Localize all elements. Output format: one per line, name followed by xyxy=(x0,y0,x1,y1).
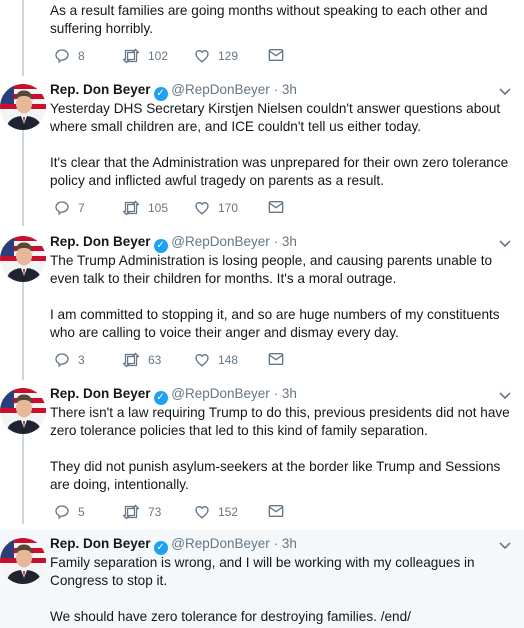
separator-dot: · xyxy=(273,536,279,551)
reply-button[interactable]: 5 xyxy=(54,504,85,520)
retweet-button[interactable]: 102 xyxy=(122,48,168,64)
tweet-actions: 8 102 129 xyxy=(50,48,330,66)
avatar[interactable] xyxy=(0,84,46,130)
heart-icon xyxy=(195,353,209,367)
user-handle[interactable]: @RepDonBeyer xyxy=(171,536,270,551)
heart-icon xyxy=(195,49,209,63)
tweet-menu-button[interactable] xyxy=(498,388,512,402)
tweet-text: There isn't a law requiring Trump to do … xyxy=(50,404,512,494)
dm-button[interactable] xyxy=(268,504,284,518)
tweet-paragraph: It's clear that the Administration was u… xyxy=(50,155,509,188)
heart-icon xyxy=(195,505,209,519)
tweet-text: Yesterday DHS Secretary Kirstjen Nielsen… xyxy=(50,100,512,190)
retweet-icon xyxy=(122,504,140,520)
verified-badge-icon: ✓ xyxy=(153,87,168,101)
reply-button[interactable]: 7 xyxy=(54,200,85,216)
display-name[interactable]: Rep. Don Beyer xyxy=(50,82,151,97)
tweet-header: Rep. Don Beyer ✓ @RepDonBeyer · 3h xyxy=(50,536,297,555)
tweet-partial[interactable]: As a result families are going months wi… xyxy=(0,0,524,76)
tweet[interactable]: Rep. Don Beyer ✓ @RepDonBeyer · 3h Yesterd… xyxy=(0,76,524,228)
retweet-icon xyxy=(122,352,140,368)
dm-button[interactable] xyxy=(268,200,284,214)
separator-dot: · xyxy=(273,386,279,401)
display-name[interactable]: Rep. Don Beyer xyxy=(50,536,151,551)
retweet-icon xyxy=(122,200,140,216)
chevron-down-icon xyxy=(499,542,511,550)
avatar[interactable] xyxy=(0,538,46,584)
timestamp[interactable]: 3h xyxy=(282,82,297,97)
display-name[interactable]: Rep. Don Beyer xyxy=(50,386,151,401)
tweet-paragraph: We should have zero tolerance for destro… xyxy=(50,609,411,624)
reply-button[interactable]: 3 xyxy=(54,352,85,368)
tweet-menu-button[interactable] xyxy=(498,538,512,552)
tweet[interactable]: Rep. Don Beyer ✓ @RepDonBeyer · 3h The Tru… xyxy=(0,228,524,380)
display-name[interactable]: Rep. Don Beyer xyxy=(50,234,151,249)
like-button[interactable]: 148 xyxy=(194,352,238,368)
tweet-paragraph: I am committed to stopping it, and so ar… xyxy=(50,307,500,340)
tweet[interactable]: Rep. Don Beyer ✓ @RepDonBeyer · 3h Family … xyxy=(0,530,524,628)
tweet-menu-button[interactable] xyxy=(498,84,512,98)
verified-badge-icon: ✓ xyxy=(153,391,168,405)
reply-icon xyxy=(55,49,69,64)
reply-button[interactable]: 8 xyxy=(54,48,85,64)
timestamp[interactable]: 3h xyxy=(282,234,297,249)
chevron-down-icon xyxy=(499,88,511,96)
tweet-actions: 7 105 170 xyxy=(50,200,330,218)
tweet-paragraph: Yesterday DHS Secretary Kirstjen Nielsen… xyxy=(50,101,501,134)
heart-icon xyxy=(195,201,209,215)
like-button[interactable]: 152 xyxy=(194,504,238,520)
chevron-down-icon xyxy=(499,240,511,248)
tweet-actions: 5 73 152 xyxy=(50,504,330,522)
retweet-icon xyxy=(122,48,140,64)
like-button[interactable]: 170 xyxy=(194,200,238,216)
tweet-paragraph: The Trump Administration is losing peopl… xyxy=(50,253,493,286)
reply-icon xyxy=(55,201,69,216)
tweet-header: Rep. Don Beyer ✓ @RepDonBeyer · 3h xyxy=(50,82,297,101)
tweet-paragraph: They did not punish asylum-seekers at th… xyxy=(50,459,501,492)
tweet-paragraph: Family separation is wrong, and I will b… xyxy=(50,555,475,588)
retweet-button[interactable]: 105 xyxy=(122,200,168,216)
dm-button[interactable] xyxy=(268,48,284,62)
timestamp[interactable]: 3h xyxy=(282,536,297,551)
reply-icon xyxy=(55,353,69,368)
verified-badge-icon: ✓ xyxy=(153,541,168,555)
envelope-icon xyxy=(268,505,284,517)
tweet-text: Family separation is wrong, and I will b… xyxy=(50,554,512,626)
user-handle[interactable]: @RepDonBeyer xyxy=(171,82,270,97)
retweet-button[interactable]: 73 xyxy=(122,504,161,520)
user-handle[interactable]: @RepDonBeyer xyxy=(171,386,270,401)
reply-icon xyxy=(55,505,69,520)
tweet[interactable]: Rep. Don Beyer ✓ @RepDonBeyer · 3h There i… xyxy=(0,380,524,532)
tweet-header: Rep. Don Beyer ✓ @RepDonBeyer · 3h xyxy=(50,386,297,405)
envelope-icon xyxy=(268,353,284,365)
retweet-button[interactable]: 63 xyxy=(122,352,161,368)
user-handle[interactable]: @RepDonBeyer xyxy=(171,234,270,249)
avatar[interactable] xyxy=(0,388,46,434)
avatar[interactable] xyxy=(0,236,46,282)
tweet-text: As a result families are going months wi… xyxy=(50,3,488,36)
tweet-actions: 3 63 148 xyxy=(50,352,330,370)
envelope-icon xyxy=(268,49,284,61)
verified-badge-icon: ✓ xyxy=(153,239,168,253)
dm-button[interactable] xyxy=(268,352,284,366)
separator-dot: · xyxy=(273,82,279,97)
like-button[interactable]: 129 xyxy=(194,48,238,64)
chevron-down-icon xyxy=(499,392,511,400)
timestamp[interactable]: 3h xyxy=(282,386,297,401)
tweet-header: Rep. Don Beyer ✓ @RepDonBeyer · 3h xyxy=(50,234,297,253)
envelope-icon xyxy=(268,201,284,213)
separator-dot: · xyxy=(273,234,279,249)
tweet-text: The Trump Administration is losing peopl… xyxy=(50,252,512,342)
tweet-paragraph: There isn't a law requiring Trump to do … xyxy=(50,405,510,438)
tweet-menu-button[interactable] xyxy=(498,236,512,250)
